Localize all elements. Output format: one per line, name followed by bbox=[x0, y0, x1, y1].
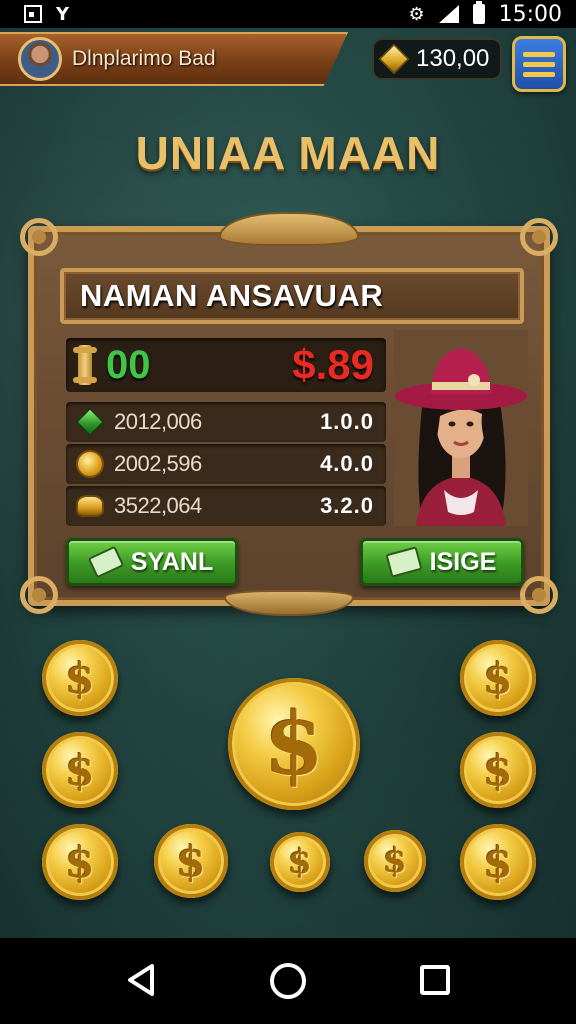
stat-value: 4.0.0 bbox=[320, 451, 374, 476]
currency-display[interactable]: 130,00 bbox=[372, 38, 502, 80]
signal-icon bbox=[438, 5, 459, 23]
menu-button[interactable] bbox=[512, 36, 566, 92]
stat-label: 2012,006 bbox=[114, 409, 202, 434]
coin-button[interactable]: $ bbox=[42, 732, 118, 808]
dollar-icon: $ bbox=[176, 836, 206, 886]
stat-row: 3522,064 3.2.0 bbox=[66, 486, 386, 526]
game-title: UNIAA MAAN bbox=[135, 127, 441, 179]
currency-value: 130,00 bbox=[416, 45, 490, 72]
panel-header: NAMAN ANSAVUAR bbox=[60, 268, 524, 324]
coin-button[interactable]: $ bbox=[42, 640, 118, 716]
dollar-icon: $ bbox=[383, 841, 407, 881]
info-panel: NAMAN ANSAVUAR 00 $.89 2012,006 1.0.0 20… bbox=[20, 212, 558, 616]
panel-header-text: NAMAN ANSAVUAR bbox=[80, 278, 384, 313]
dollar-icon: $ bbox=[65, 653, 95, 703]
stat-value: 3.2.0 bbox=[320, 493, 374, 518]
isige-button[interactable]: ISIGE bbox=[360, 538, 524, 586]
dollar-icon: $ bbox=[264, 693, 324, 795]
player-profile[interactable]: Dlnplarimo Bad bbox=[0, 32, 348, 86]
status-left: Y bbox=[24, 4, 69, 25]
dollar-icon: $ bbox=[483, 653, 513, 703]
gold-gem-icon bbox=[378, 43, 410, 75]
coin-button[interactable]: $ bbox=[364, 830, 426, 892]
syanl-button[interactable]: SYANL bbox=[66, 538, 238, 586]
coin-button[interactable]: $ bbox=[460, 732, 536, 808]
coin-button[interactable]: $ bbox=[460, 640, 536, 716]
scroll-icon bbox=[73, 345, 97, 385]
home-icon[interactable] bbox=[270, 963, 306, 999]
stat-value: 1.0.0 bbox=[320, 409, 374, 434]
coin-button[interactable]: $ bbox=[270, 832, 330, 892]
stat-label: 3522,064 bbox=[114, 493, 202, 518]
green-gem-icon bbox=[75, 407, 105, 437]
status-time: 15:00 bbox=[498, 1, 562, 27]
score-left: 00 bbox=[106, 342, 151, 387]
player-name: Dlnplarimo Bad bbox=[72, 47, 216, 70]
wifi-gear-icon: ⚙ bbox=[408, 3, 425, 25]
score-row: 00 $.89 bbox=[66, 338, 386, 392]
game-screen: Dlnplarimo Bad 130,00 UNIAA MAAN NAMAN A… bbox=[0, 28, 576, 938]
crest-ornament-icon bbox=[219, 212, 359, 246]
syanl-button-label: SYANL bbox=[130, 547, 214, 576]
notification-box-icon bbox=[24, 5, 42, 23]
dollar-icon: $ bbox=[65, 837, 95, 887]
ornament-corner-icon bbox=[520, 218, 558, 256]
status-bar: Y ⚙ 15:00 bbox=[0, 0, 576, 28]
ornament-corner-icon bbox=[520, 576, 558, 614]
dollar-icon: $ bbox=[288, 842, 312, 882]
main-coin-button[interactable]: $ bbox=[228, 678, 360, 810]
stat-label: 2002,596 bbox=[114, 451, 202, 476]
dollar-icon: $ bbox=[483, 837, 513, 887]
hamburger-menu-icon bbox=[523, 51, 555, 57]
status-right: ⚙ 15:00 bbox=[408, 1, 562, 27]
score-right: $.89 bbox=[292, 341, 374, 388]
coin-button[interactable]: $ bbox=[42, 824, 118, 900]
crest-bottom-ornament-icon bbox=[224, 590, 354, 616]
coin-button[interactable]: $ bbox=[460, 824, 536, 900]
stat-row: 2002,596 4.0.0 bbox=[66, 444, 386, 484]
back-icon[interactable] bbox=[126, 963, 156, 997]
cowgirl-portrait-icon bbox=[394, 330, 528, 526]
isige-button-label: ISIGE bbox=[429, 547, 497, 576]
coin-stack-icon bbox=[76, 450, 104, 478]
ticket-hand-icon bbox=[385, 546, 423, 578]
y-app-icon: Y bbox=[56, 3, 70, 25]
ornament-corner-icon bbox=[20, 218, 58, 256]
gold-bar-icon bbox=[76, 495, 104, 517]
character-portrait bbox=[394, 330, 528, 526]
navigation-bar bbox=[0, 938, 576, 1024]
battery-icon bbox=[472, 1, 485, 24]
ticket-icon bbox=[87, 545, 125, 579]
dollar-icon: $ bbox=[65, 745, 95, 795]
ornament-corner-icon bbox=[20, 576, 58, 614]
avatar[interactable] bbox=[18, 37, 62, 81]
dollar-icon: $ bbox=[483, 745, 513, 795]
coin-button[interactable]: $ bbox=[154, 824, 228, 898]
recent-apps-icon[interactable] bbox=[420, 965, 450, 995]
stat-row: 2012,006 1.0.0 bbox=[66, 402, 386, 442]
